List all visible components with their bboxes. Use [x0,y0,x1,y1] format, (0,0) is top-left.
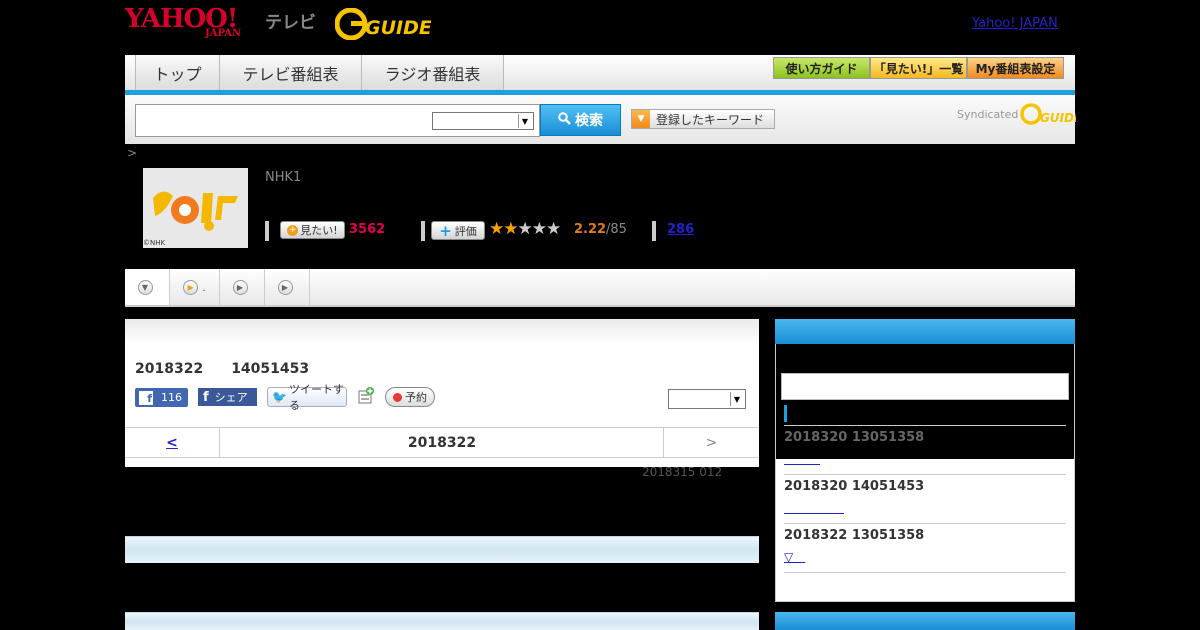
facebook-like-button[interactable]: f 116 [135,388,188,407]
broadcast-date-time: 2018322 14051453 [135,361,310,377]
next-date-link[interactable]: > [663,428,759,457]
play-icon: ▶ [277,279,293,295]
rate-label: 評価 [454,224,477,238]
current-date: 2018322 [407,434,477,451]
sidebar-entry-link[interactable]: ▽ [784,548,805,565]
divider [784,425,1066,426]
thumbnail-credit: ©NHK [143,239,166,247]
previous-date-link[interactable]: < [125,428,220,457]
sidebar-entry-date: 2018320 14051453 [784,479,925,494]
sidebar-search-input[interactable] [781,373,1069,400]
nav-tab-radio-listings[interactable]: ラジオ番組表 [362,55,504,90]
channel-name: NHK1 [265,170,302,185]
play-icon: ▶ [232,279,248,295]
want-to-watch-label: 見たい! [300,224,338,237]
sidebar-header [775,612,1075,630]
sidebar-header [775,319,1075,344]
tweet-button[interactable]: 🐦 ツイートする [267,383,347,412]
want-to-watch-count: 3562 [349,222,386,237]
star-icon: ★ [517,219,533,239]
program-tabbar: ▼ ▶ . ▶ ▶ [125,269,1075,307]
svg-text:GUIDE: GUIDE [365,17,431,39]
date-navigation: < 2018322 > [125,427,759,458]
add-bookmark-icon[interactable] [357,387,375,405]
svg-text:GUIDE: GUIDE [1040,111,1076,125]
divider [784,474,1066,475]
search-button[interactable]: 検索 [540,104,621,136]
sidebar-entry-date: 2018320 13051358 [784,430,925,445]
main-nav: トップ テレビ番組表 ラジオ番組表 使い方ガイド 「見たい!」一覧 My番組表設… [125,55,1075,95]
panel-header [125,319,759,344]
comment-count-link[interactable]: 286 [667,222,694,237]
program-logo-image [143,168,248,248]
sidebar-entry-date: 2018322 13051358 [784,528,925,543]
divider [265,221,269,241]
tab-program-info[interactable]: ▼ [125,269,170,305]
plus-icon: + [287,224,299,236]
tab-program-2-label: . [202,280,206,294]
guide-button[interactable]: 使い方ガイド [773,57,870,79]
facebook-like-count: 116 [161,391,182,404]
rating-count: /85 [606,222,627,237]
my-listings-button[interactable]: My番組表設定 [967,57,1064,79]
search-category-select[interactable]: ▼ [432,112,534,130]
breadcrumb: > [127,146,138,160]
gguide-small-logo: GUIDE [1020,103,1076,125]
want-to-watch-button[interactable]: + 見たい! [280,221,345,239]
registered-keywords-label: 登録したキーワード [656,112,765,127]
divider [784,572,1066,573]
section-header-band [125,536,759,563]
watchlist-button[interactable]: 「見たい!」一覧 [870,57,967,79]
tab-program-3[interactable]: ▶ [220,269,265,305]
sidebar-section-marker [784,405,787,422]
facebook-share-button[interactable]: f シェア [198,388,257,406]
tv-label[interactable]: テレビ [265,8,316,33]
rating-score: 2.22 [574,222,607,237]
device-select[interactable]: ▼ [668,389,746,409]
syndicated-gguide-badge: Syndicated GUIDE [957,102,1076,126]
plus-icon: + [439,221,452,240]
record-reservation-label: 予約 [405,391,427,404]
search-button-label: 検索 [575,113,603,129]
star-icon: ★ [489,219,504,239]
nav-tab-tv-listings[interactable]: テレビ番組表 [220,55,362,90]
syndicated-label: Syndicated [957,107,1019,121]
chevron-down-icon: ▼ [137,279,153,295]
facebook-icon: f [203,389,209,405]
dropdown-arrow-icon: ▼ [632,110,650,128]
divider [784,523,1066,524]
star-rating: ★★★★★ [489,219,561,239]
tab-program-4[interactable]: ▶ [265,269,310,305]
divider [421,221,425,241]
rebroadcast-info: 2018315 012 [642,465,723,479]
sidebar-entry-link[interactable] [784,499,844,516]
facebook-icon: f [139,390,153,405]
program-thumbnail: ©NHK [143,168,248,248]
tweet-label: ツイートする [288,383,344,412]
nav-tab-top[interactable]: トップ [135,55,220,90]
star-icon: ★ [503,219,518,239]
divider [652,221,656,241]
rate-button[interactable]: + 評価 [431,221,485,240]
gguide-logo[interactable]: GUIDE [335,8,431,40]
star-icon: ★ [531,219,547,239]
search-icon [558,111,571,129]
chevron-down-icon: ▼ [730,392,743,406]
sidebar-entry-link[interactable] [784,450,820,467]
yahoo-japan-sublogo: JAPAN [205,28,242,39]
record-reservation-button[interactable]: 予約 [385,387,435,407]
star-icon: ★ [546,219,561,239]
twitter-bird-icon: 🐦 [272,390,287,404]
registered-keywords-button[interactable]: ▼ 登録したキーワード [631,109,775,129]
play-icon: ▶ [183,279,199,295]
yahoo-japan-link[interactable]: Yahoo! JAPAN [972,16,1058,31]
record-dot-icon [393,392,402,402]
facebook-share-label: シェア [214,391,248,404]
section-header-band [125,612,759,630]
tab-program-2[interactable]: ▶ . [170,269,220,305]
chevron-down-icon: ▼ [518,114,531,128]
